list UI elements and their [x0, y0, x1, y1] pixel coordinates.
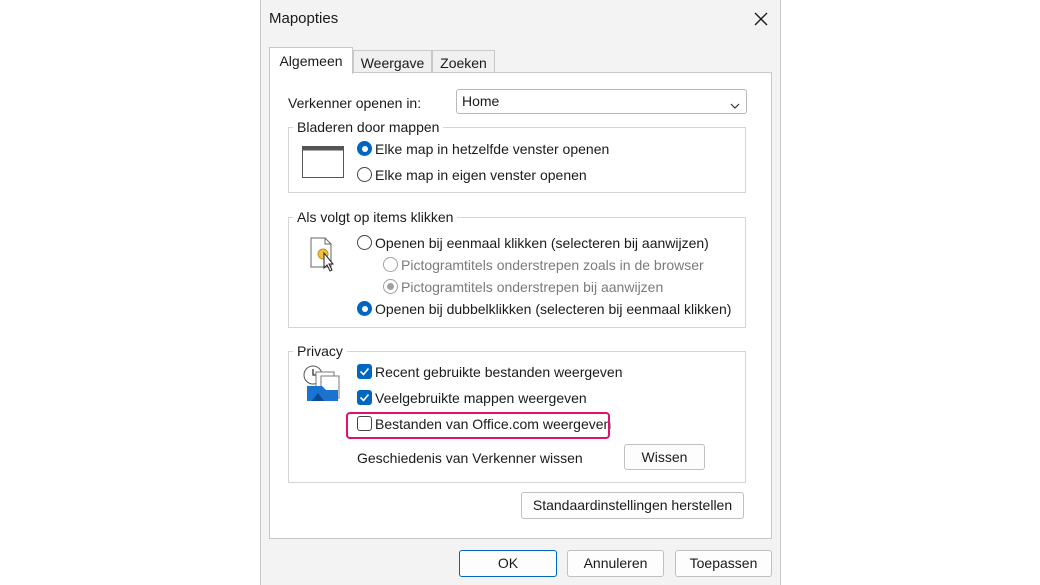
clear-history-button[interactable]: Wissen [624, 444, 705, 470]
highlight-box [346, 412, 610, 439]
browse-folders-group [288, 127, 746, 193]
folder-options-dialog: Mapopties Algemeen Weergave Zoeken Verke… [260, 0, 781, 585]
restore-defaults-button[interactable]: Standaardinstellingen herstellen [521, 492, 744, 519]
radio-underline-browser [383, 257, 398, 272]
frequent-folders-label[interactable]: Veelgebruikte mappen weergeven [375, 390, 587, 406]
open-in-dropdown[interactable]: Home [456, 89, 747, 114]
chevron-down-icon [730, 97, 740, 109]
privacy-legend: Privacy [293, 343, 347, 359]
underline-hover-label: Pictogramtitels onderstrepen bij aanwijz… [401, 279, 664, 295]
recent-files-checkbox[interactable] [357, 364, 372, 379]
ok-button[interactable]: OK [459, 550, 557, 577]
click-cursor-icon [310, 237, 338, 278]
radio-same-window[interactable] [357, 141, 372, 156]
open-in-value: Home [462, 93, 500, 109]
single-click-label[interactable]: Openen bij eenmaal klikken (selecteren b… [375, 235, 709, 251]
window-title: Mapopties [269, 10, 339, 27]
clear-history-label: Geschiedenis van Verkenner wissen [357, 450, 583, 466]
underline-browser-label: Pictogramtitels onderstrepen zoals in de… [401, 257, 704, 273]
recent-files-label[interactable]: Recent gebruikte bestanden weergeven [375, 364, 623, 380]
frequent-folders-checkbox[interactable] [357, 390, 372, 405]
recent-files-icon [302, 364, 342, 407]
browse-folders-legend: Bladeren door mappen [293, 119, 444, 135]
window-preview-icon [302, 146, 344, 183]
radio-single-click[interactable] [357, 235, 372, 250]
tab-zoeken[interactable]: Zoeken [432, 50, 495, 74]
click-items-legend: Als volgt op items klikken [293, 209, 458, 225]
close-icon[interactable] [749, 8, 773, 30]
radio-underline-hover [383, 279, 398, 294]
radio-double-click[interactable] [357, 301, 372, 316]
apply-button[interactable]: Toepassen [675, 550, 772, 577]
double-click-label[interactable]: Openen bij dubbelklikken (selecteren bij… [375, 301, 731, 317]
same-window-label[interactable]: Elke map in hetzelfde venster openen [375, 141, 609, 157]
open-in-label: Verkenner openen in: [288, 95, 422, 111]
own-window-label[interactable]: Elke map in eigen venster openen [375, 167, 587, 183]
tab-weergave[interactable]: Weergave [353, 50, 432, 74]
radio-own-window[interactable] [357, 167, 372, 182]
cancel-button[interactable]: Annuleren [567, 550, 664, 577]
tab-algemeen[interactable]: Algemeen [269, 47, 353, 74]
